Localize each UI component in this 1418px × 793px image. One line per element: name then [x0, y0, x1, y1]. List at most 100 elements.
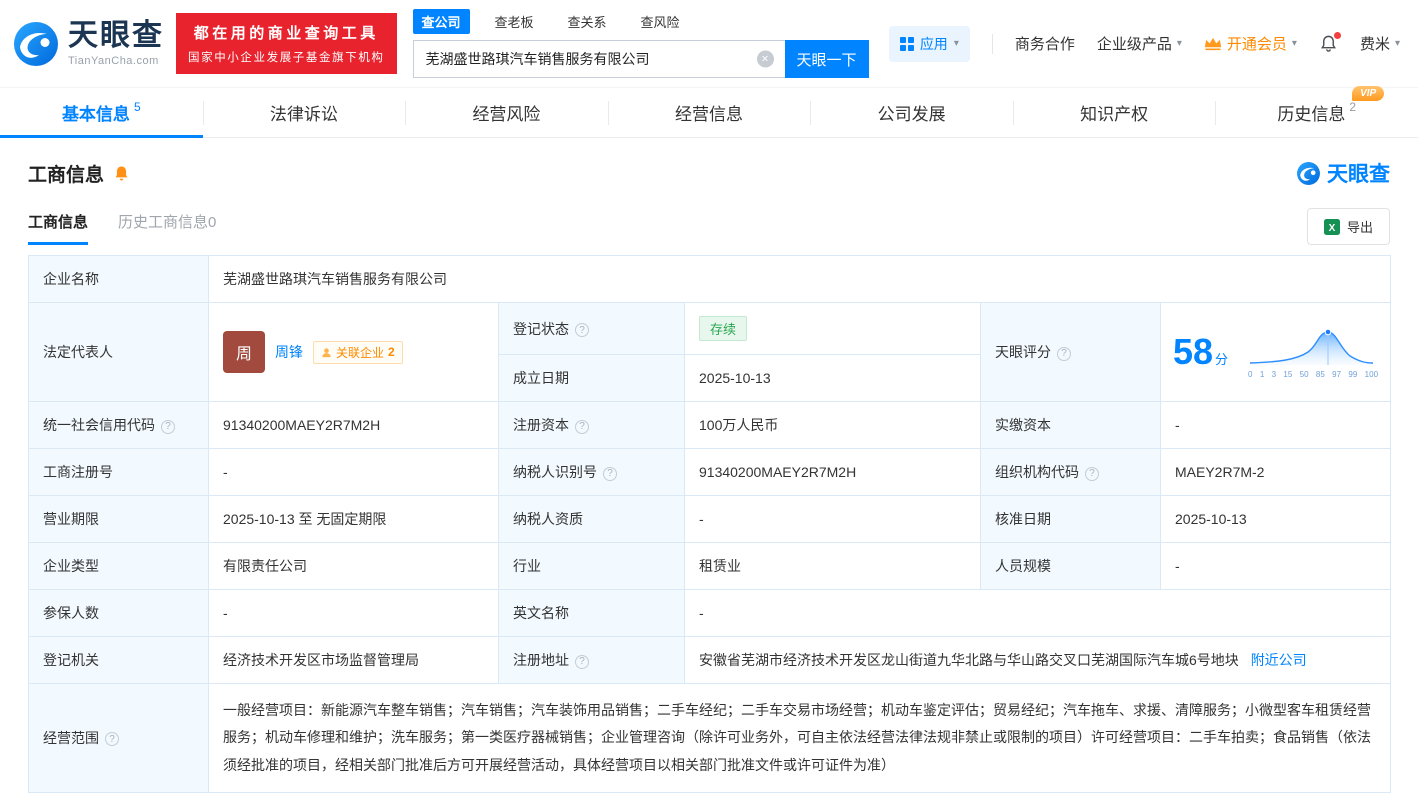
search-tab-risk[interactable]: 查风险	[632, 9, 689, 34]
legal-rep-value: 周 周锋 关联企业 2	[208, 302, 499, 402]
business-info-table: 企业名称 芜湖盛世路琪汽车销售服务有限公司 法定代表人 周 周锋 关联企业 2	[28, 255, 1392, 793]
tab-count: 2	[1349, 99, 1357, 114]
apps-grid-icon	[899, 36, 914, 51]
industry-label: 行业	[498, 542, 685, 590]
founded-label: 成立日期	[498, 354, 685, 402]
table-row: 登记机关 经济技术开发区市场监督管理局 注册地址? 安徽省芜湖市经济技术开发区龙…	[28, 636, 1392, 684]
help-icon[interactable]: ?	[603, 466, 617, 481]
search-input[interactable]	[412, 40, 785, 78]
org-code-value: MAEY2R7M-2	[1159, 448, 1392, 496]
approved-date-value: 2025-10-13	[1159, 495, 1392, 543]
company-type-value: 有限责任公司	[208, 542, 499, 590]
score-chart: 0 1 3 15 50 85 97 99 100	[1248, 326, 1378, 379]
help-icon[interactable]: ?	[1057, 346, 1071, 361]
clear-search-icon[interactable]: ×	[756, 50, 774, 68]
search-button[interactable]: 天眼一下	[784, 40, 869, 78]
slogan-banner: 都在用的商业查询工具 国家中小企业发展子基金旗下机构	[176, 13, 397, 74]
business-cooperation-link[interactable]: 商务合作	[1015, 33, 1075, 54]
search-tab-company[interactable]: 查公司	[412, 9, 470, 34]
help-icon[interactable]: ?	[1085, 466, 1099, 481]
tab-count: 5	[133, 99, 141, 114]
tab-legal-proceedings[interactable]: 法律诉讼	[202, 88, 406, 137]
table-row: 企业名称 芜湖盛世路琪汽车销售服务有限公司	[28, 255, 1392, 303]
table-row: 经营范围? 一般经营项目：新能源汽车整车销售；汽车销售；汽车装饰用品销售；二手车…	[28, 683, 1392, 793]
apps-menu-label: 应用	[919, 35, 948, 52]
score-label: 天眼评分?	[980, 302, 1161, 402]
tab-business-info[interactable]: 经营信息	[607, 88, 811, 137]
table-row: 工商注册号 - 纳税人识别号? 91340200MAEY2R7M2H 组织机构代…	[28, 448, 1392, 496]
notifications-bell[interactable]	[1319, 32, 1341, 53]
insured-label: 参保人数	[28, 589, 209, 637]
header-right-nav: 应用 ▾ 商务合作 企业级产品 ▾ 开通会员 ▾ 费米 ▾	[888, 25, 1400, 62]
search-tab-boss[interactable]: 查老板	[486, 9, 543, 34]
taxpayer-no-value: 91340200MAEY2R7M2H	[684, 448, 981, 496]
taxpayer-quality-value: -	[684, 495, 981, 543]
apps-menu[interactable]: 应用 ▾	[888, 25, 970, 62]
tianyancha-logo-icon	[1297, 161, 1320, 185]
nearby-companies-link[interactable]: 附近公司	[1251, 652, 1307, 668]
paid-capital-value: -	[1159, 401, 1392, 449]
status-badge: 存续	[699, 316, 748, 341]
export-button[interactable]: X 导出	[1306, 208, 1390, 245]
chevron-down-icon: ▾	[1394, 38, 1400, 49]
enterprise-products-menu[interactable]: 企业级产品 ▾	[1097, 33, 1182, 54]
subscribe-bell-icon[interactable]	[113, 165, 130, 182]
svg-text:X: X	[1329, 223, 1336, 234]
search-tab-relation[interactable]: 查关系	[559, 9, 616, 34]
vip-badge: VIP	[1352, 86, 1385, 101]
tab-operational-risk[interactable]: 经营风险	[405, 88, 608, 137]
help-icon[interactable]: ?	[575, 323, 589, 337]
excel-icon: X	[1323, 218, 1340, 235]
company-name-value: 芜湖盛世路琪汽车销售服务有限公司	[207, 255, 1392, 303]
company-nav-tabs: 基本信息 5 法律诉讼 经营风险 经营信息 公司发展 知识产权 历史信息 2 VI…	[0, 86, 1418, 138]
section-header: 工商信息 天眼查	[28, 158, 1390, 188]
taxpayer-quality-label: 纳税人资质	[498, 495, 685, 543]
user-menu[interactable]: 费米 ▾	[1360, 33, 1400, 54]
tab-history-info[interactable]: 历史信息 2 VIP	[1215, 86, 1418, 137]
legal-rep-avatar[interactable]: 周	[223, 331, 265, 373]
export-label: 导出	[1346, 220, 1373, 235]
score-axis: 0 1 3 15 50 85 97 99 100	[1248, 369, 1379, 379]
registry-label: 登记机关	[28, 636, 209, 684]
tab-intellectual-property[interactable]: 知识产权	[1012, 88, 1216, 137]
brand-domain: TianYanCha.com	[68, 54, 159, 67]
table-row: 统一社会信用代码? 91340200MAEY2R7M2H 注册资本? 100万人…	[28, 401, 1392, 449]
crown-icon	[1204, 37, 1222, 50]
help-icon[interactable]: ?	[575, 654, 589, 669]
paid-capital-label: 实缴资本	[980, 401, 1161, 449]
staff-size-value: -	[1159, 542, 1392, 590]
tab-label: 基本信息	[61, 105, 130, 124]
tianyan-score-cell[interactable]: 58 分 0 1 3 15 50 85 97 99 100	[1159, 302, 1392, 402]
tianyancha-logo-icon	[14, 21, 58, 66]
search-area: 查公司 查老板 查关系 查风险 × 天眼一下	[412, 9, 869, 78]
tianyancha-logo[interactable]: 天眼查 TianYanCha.com	[12, 20, 164, 68]
help-icon[interactable]: ?	[161, 419, 175, 434]
staff-size-label: 人员规模	[980, 542, 1161, 590]
legal-rep-link[interactable]: 周锋	[275, 342, 303, 362]
enterprise-products-label: 企业级产品	[1096, 36, 1172, 53]
reg-capital-value: 100万人民币	[684, 401, 981, 449]
header: 天眼查 TianYanCha.com 都在用的商业查询工具 国家中小企业发展子基…	[0, 0, 1418, 88]
section-title: 工商信息	[28, 164, 105, 186]
table-row: 法定代表人 周 周锋 关联企业 2 登记状态? 存续 天眼评分 ? 58 分 0…	[28, 302, 1392, 402]
open-vip-label: 开通会员	[1226, 36, 1287, 53]
related-companies-label: 关联企业	[336, 345, 385, 360]
open-vip-menu[interactable]: 开通会员 ▾	[1204, 33, 1297, 54]
subtab-history-business-info[interactable]: 历史工商信息0	[118, 211, 216, 245]
business-scope-label: 经营范围?	[28, 683, 209, 793]
subtab-business-info[interactable]: 工商信息	[28, 211, 89, 245]
divider	[991, 33, 993, 54]
help-icon[interactable]: ?	[105, 732, 119, 747]
tab-company-development[interactable]: 公司发展	[810, 88, 1013, 137]
legal-rep-label: 法定代表人	[28, 302, 209, 402]
status-label: 登记状态?	[498, 302, 685, 355]
slogan-line2: 国家中小企业发展子基金旗下机构	[188, 52, 385, 64]
related-companies-badge[interactable]: 关联企业 2	[313, 340, 403, 364]
approved-date-label: 核准日期	[980, 495, 1161, 543]
tab-label: 历史信息	[1277, 105, 1346, 124]
tab-label: 知识产权	[1080, 105, 1149, 124]
help-icon[interactable]: ?	[575, 419, 589, 434]
tab-label: 经营风险	[472, 105, 541, 124]
related-companies-count: 2	[388, 345, 395, 359]
tab-basic-info[interactable]: 基本信息 5	[0, 88, 203, 138]
